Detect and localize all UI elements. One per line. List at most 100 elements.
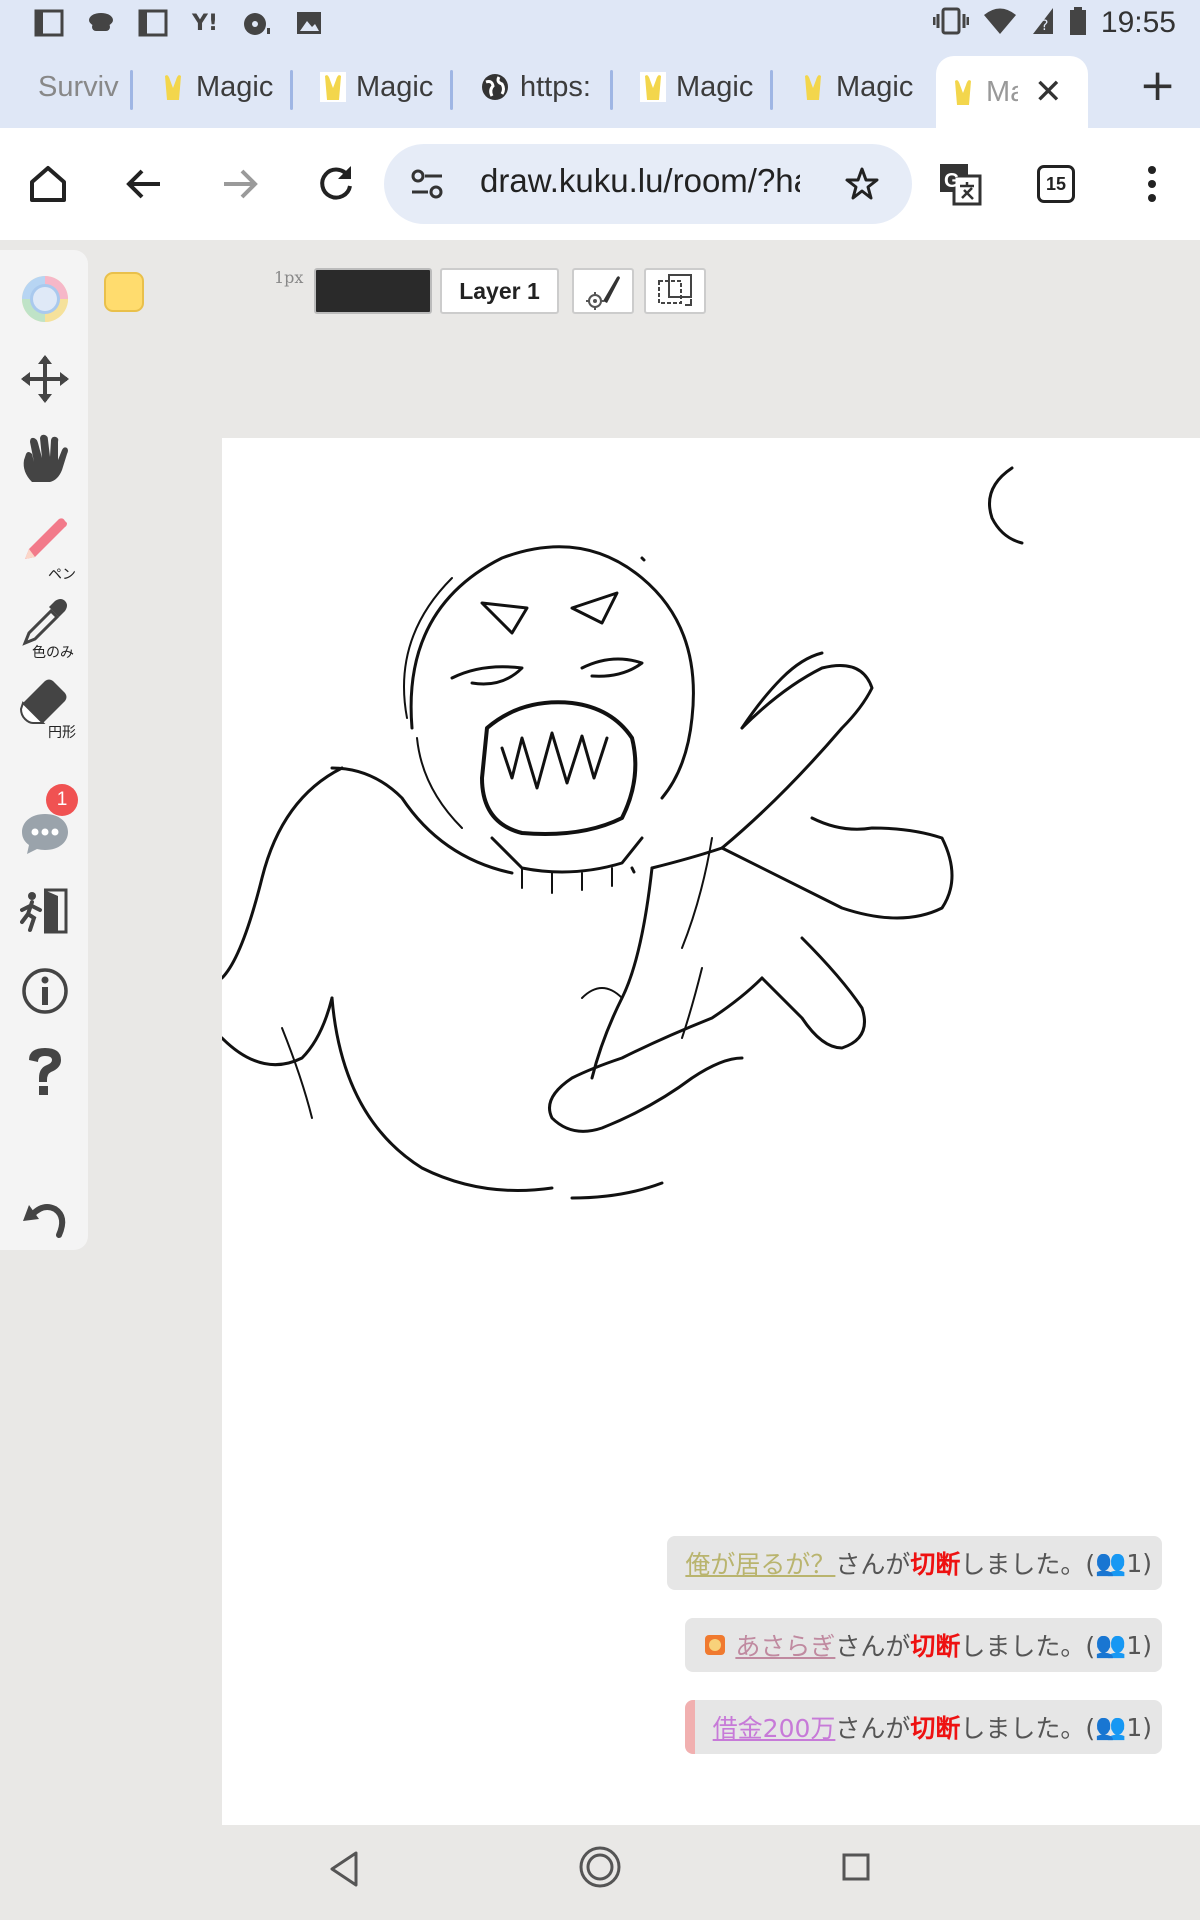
globe-icon [482,74,508,100]
disconnect-notice-2: あさらぎ さんが 切断 しました。( 👥 1) [685,1618,1162,1672]
move-icon [21,355,69,403]
yahoo-icon: Y! [192,10,218,36]
notice-action: 切断 [910,1714,961,1743]
drawing-canvas[interactable] [222,438,1200,1825]
bunny-favicon-icon [165,75,181,100]
sub-color-swatch[interactable] [104,272,144,312]
home-button[interactable] [20,156,76,212]
eyedropper-icon [22,599,67,646]
people-icon: 👥 [1095,1630,1127,1659]
bunny-favicon-icon [640,72,666,102]
tab-divider [130,70,133,110]
current-color-box[interactable] [314,268,432,314]
info-icon [22,968,68,1014]
notice-text: しました。( [960,1632,1096,1661]
help-icon [29,1048,61,1095]
tab-active[interactable]: Ma ✕ [936,56,1088,128]
nav-back-icon[interactable] [324,1847,364,1891]
eraser-icon [19,679,67,724]
exit-room-button[interactable] [10,876,80,946]
eraser-label: 円形 [48,725,76,741]
translate-button[interactable]: G [932,156,988,212]
bunny-favicon-icon [955,80,971,105]
tab-magic-2[interactable]: Magic [306,56,446,118]
image-icon [294,8,324,38]
home-icon [30,166,66,202]
undo-icon [23,1204,66,1238]
tab-divider [610,70,613,110]
notice-text: しました。( [960,1550,1096,1579]
reload-button[interactable] [308,156,364,212]
info-button[interactable] [10,956,80,1026]
hand-tool[interactable] [10,424,80,494]
battery-icon [1069,6,1087,40]
notice-action: 切断 [910,1550,961,1579]
undo-button[interactable] [10,1180,80,1250]
nav-recents-icon[interactable] [836,1847,876,1887]
canvas-transform-button[interactable] [644,268,706,314]
pen-icon [25,518,67,559]
people-icon: 👥 [1095,1712,1127,1741]
au-icon [34,8,64,38]
notice-action: 切断 [910,1632,961,1661]
color-wheel-tool[interactable] [10,264,80,334]
menu-button[interactable] [1124,156,1180,212]
tab-magic-4[interactable]: Magic [786,56,926,118]
notice-count: 1) [1126,1712,1152,1742]
notice-text: さんが [835,1550,911,1579]
help-button[interactable] [10,1036,80,1106]
user-avatar-icon [705,1635,726,1655]
notice-count: 1) [1126,1630,1152,1660]
eyedropper-label: 色のみ [32,645,74,661]
notice-text: しました。( [960,1714,1096,1743]
tab-label: Magic [356,70,434,103]
disconnect-notice-1: 俺が居るが？ さんが 切断 しました。( 👥 1) [667,1536,1162,1590]
notice-username[interactable]: 借金200万 [713,1709,836,1745]
au-icon [138,8,168,38]
tab-label: Surviv [38,70,119,103]
back-button[interactable] [116,156,172,212]
brush-size-label[interactable]: 1px [274,268,303,287]
tab-label: Ma [986,75,1018,108]
tab-divider [770,70,773,110]
arrow-right-icon [224,169,258,199]
layer-button[interactable]: Layer 1 [440,268,559,314]
nav-home-icon[interactable] [578,1845,622,1889]
tab-switcher-button[interactable]: 15 [1028,156,1084,212]
status-bar: Y! ? 19:55 [0,0,1200,50]
sketch-drawing [222,466,1024,1200]
tab-label: Magic [196,70,274,103]
site-settings-icon[interactable] [410,168,444,200]
tab-label: Magic [676,70,754,103]
translate-icon: G [940,164,982,206]
more-vert-icon [1148,166,1156,202]
tab-count: 15 [1037,165,1075,203]
chat-badge: 1 [46,784,78,816]
disconnect-notice-3: 借金200万 さんが 切断 しました。( 👥 1) [684,1700,1162,1754]
bookmark-star-icon[interactable] [844,166,880,202]
new-tab-button[interactable]: + [1139,60,1176,111]
address-bar[interactable]: draw.kuku.lu/room/?ha [384,144,912,224]
tab-label: https: [520,70,591,103]
system-nav-bar [0,1825,1200,1920]
bunny-favicon-icon [320,72,346,102]
tab-https[interactable]: https: [466,56,606,118]
close-tab-icon[interactable]: ✕ [1034,72,1063,112]
tab-magic-3[interactable]: Magic [626,56,766,118]
notice-username[interactable]: あさらぎ [735,1627,835,1663]
browser-toolbar: draw.kuku.lu/room/?ha G 15 [0,128,1200,240]
forward-button[interactable] [212,156,268,212]
tab-magic-1[interactable]: Magic [146,56,286,118]
move-tool[interactable] [10,344,80,414]
tab-divider [290,70,293,110]
transform-icon [658,274,692,306]
drawing-app: ペン 色のみ 円形 1 1px Layer 1 俺が居るが？ さんが 切断 しま… [0,240,1200,1825]
url-text: draw.kuku.lu/room/?ha [480,162,800,199]
pen-label: ペン [48,567,76,583]
music-icon [242,8,272,38]
notice-username[interactable]: 俺が居るが？ [685,1545,835,1581]
tab-survive[interactable]: Surviv [24,56,128,118]
brush-settings-button[interactable] [572,268,634,314]
hand-icon [23,434,68,482]
svg-text:G: G [944,170,960,192]
